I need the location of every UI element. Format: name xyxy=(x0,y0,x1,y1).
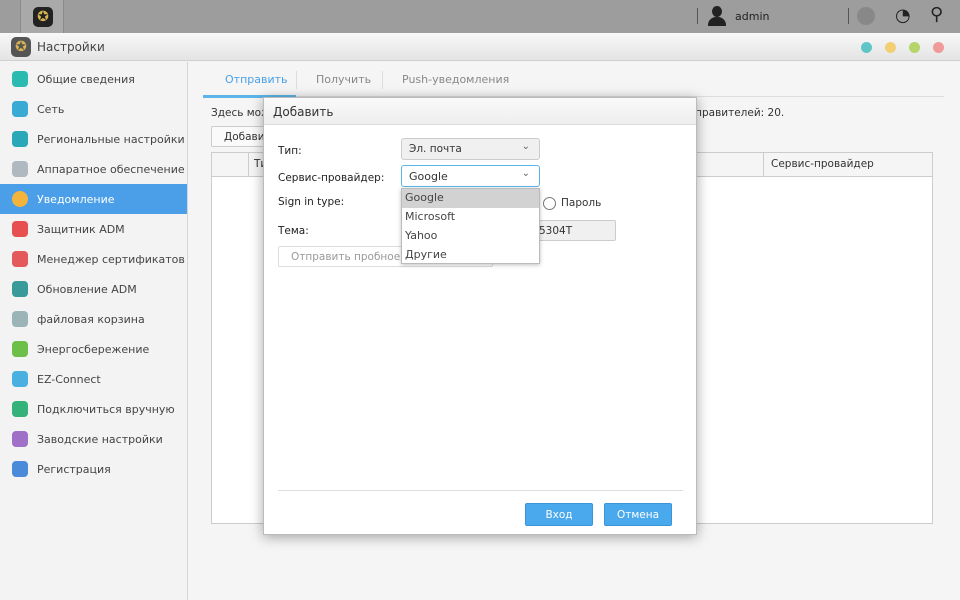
type-value: Эл. почта xyxy=(409,143,462,155)
sidebar-item[interactable]: Защитник ADM xyxy=(0,214,187,244)
sidebar-item-icon xyxy=(12,371,28,387)
sidebar-item[interactable]: Регистрация xyxy=(0,454,187,484)
divider xyxy=(848,8,849,24)
divider xyxy=(382,71,383,89)
password-radio-label[interactable]: Пароль xyxy=(561,197,601,209)
sidebar-item-icon xyxy=(12,341,28,357)
provider-dropdown: Google Microsoft Yahoo Другие xyxy=(401,188,540,264)
sidebar-item[interactable]: Общие сведения xyxy=(0,64,187,94)
option-google[interactable]: Google xyxy=(402,189,539,208)
sidebar-item-label: Заводские настройки xyxy=(37,432,163,446)
sidebar-item-label: Уведомление xyxy=(37,192,115,206)
sidebar-item-icon xyxy=(12,161,28,177)
sidebar-item-icon xyxy=(12,101,28,117)
sidebar-item-label: Региональные настройки xyxy=(37,132,185,146)
option-other[interactable]: Другие xyxy=(402,246,539,265)
tab-receive[interactable]: Получить xyxy=(316,73,371,86)
password-radio[interactable] xyxy=(543,197,556,210)
type-label: Тип: xyxy=(278,145,302,157)
sidebar-item-icon xyxy=(12,461,28,477)
window-button-2[interactable] xyxy=(885,42,896,53)
sidebar-item-label: Сеть xyxy=(37,102,65,116)
chevron-down-icon: ⌄ xyxy=(521,168,530,179)
settings-app-icon: ✪ xyxy=(33,7,53,27)
dialog-title: Добавить xyxy=(264,98,696,125)
description-text: Здесь мож xyxy=(211,107,271,119)
sidebar-item[interactable]: Обновление ADM xyxy=(0,274,187,304)
option-microsoft[interactable]: Microsoft xyxy=(402,208,539,227)
sidebar-item-icon xyxy=(12,281,28,297)
sidebar-item[interactable]: Подключиться вручную xyxy=(0,394,187,424)
chevron-down-icon: ⌄ xyxy=(521,141,530,152)
sidebar-item-icon xyxy=(12,401,28,417)
sidebar-item-label: Аппаратное обеспечение xyxy=(37,162,185,176)
settings-icon: ✪ xyxy=(11,37,31,57)
sidebar-item-label: Защитник ADM xyxy=(37,222,125,236)
username[interactable]: admin xyxy=(735,10,769,23)
login-button[interactable]: Вход xyxy=(525,503,593,526)
sidebar-item-icon xyxy=(12,311,28,327)
divider xyxy=(278,490,683,491)
tab-send[interactable]: Отправить xyxy=(225,73,288,86)
sidebar-item-icon xyxy=(12,131,28,147)
sidebar-item-label: Обновление ADM xyxy=(37,282,137,296)
signin-type-label: Sign in type: xyxy=(278,196,345,208)
type-select[interactable]: Эл. почта ⌄ xyxy=(401,138,540,160)
window-button-3[interactable] xyxy=(909,42,920,53)
divider xyxy=(697,8,698,24)
sidebar-item-label: EZ-Connect xyxy=(37,372,101,386)
taskbar: ✪ admin ◔ ⚲ xyxy=(0,0,960,33)
window-titlebar: ✪ Настройки xyxy=(0,33,960,61)
description-text-end: тправителей: 20. xyxy=(689,107,785,119)
add-button[interactable]: Добавит xyxy=(211,126,271,147)
provider-label: Сервис-провайдер: xyxy=(278,172,385,184)
sidebar-item-icon xyxy=(12,71,28,87)
settings-app-button[interactable]: ✪ xyxy=(20,0,64,33)
user-icon[interactable] xyxy=(707,6,727,26)
window-button-1[interactable] xyxy=(861,42,872,53)
sidebar-item-label: файловая корзина xyxy=(37,312,145,326)
window-title: Настройки xyxy=(37,40,105,54)
sidebar-item[interactable]: Менеджер сертификатов xyxy=(0,244,187,274)
option-yahoo[interactable]: Yahoo xyxy=(402,227,539,246)
sidebar-item[interactable]: Уведомление xyxy=(0,184,187,214)
divider xyxy=(296,71,297,89)
add-dialog: Добавить Тип: Эл. почта ⌄ Сервис-провайде… xyxy=(263,97,697,535)
notification-icon[interactable] xyxy=(857,7,875,25)
subject-label: Тема: xyxy=(278,225,309,237)
sidebar-item-icon xyxy=(12,221,28,237)
sidebar-item-label: Регистрация xyxy=(37,462,111,476)
sidebar-item[interactable]: Региональные настройки xyxy=(0,124,187,154)
sidebar-item[interactable]: Энергосбережение xyxy=(0,334,187,364)
cancel-button[interactable]: Отмена xyxy=(604,503,672,526)
sidebar-item-icon xyxy=(12,431,28,447)
sidebar-item-icon xyxy=(12,191,28,207)
sidebar-item-icon xyxy=(12,251,28,267)
close-button[interactable] xyxy=(933,42,944,53)
sidebar-item-label: Менеджер сертификатов xyxy=(37,252,185,266)
provider-value: Google xyxy=(409,170,448,183)
provider-select[interactable]: Google ⌄ xyxy=(401,165,540,187)
sidebar-item[interactable]: Аппаратное обеспечение xyxy=(0,154,187,184)
column-divider xyxy=(763,153,764,177)
sidebar-item-label: Подключиться вручную xyxy=(37,402,175,416)
tab-push[interactable]: Push-уведомления xyxy=(402,73,509,86)
column-provider[interactable]: Сервис-провайдер xyxy=(771,158,874,170)
sidebar: Общие сведения Сеть Региональные настройки… xyxy=(0,62,188,600)
sidebar-item[interactable]: EZ-Connect xyxy=(0,364,187,394)
sidebar-item-label: Энергосбережение xyxy=(37,342,150,356)
column-divider xyxy=(248,153,249,177)
sidebar-item[interactable]: файловая корзина xyxy=(0,304,187,334)
sidebar-item[interactable]: Заводские настройки xyxy=(0,424,187,454)
search-icon[interactable]: ⚲ xyxy=(930,4,943,25)
sidebar-item-label: Общие сведения xyxy=(37,72,135,86)
sidebar-item[interactable]: Сеть xyxy=(0,94,187,124)
dashboard-icon[interactable]: ◔ xyxy=(895,5,911,26)
